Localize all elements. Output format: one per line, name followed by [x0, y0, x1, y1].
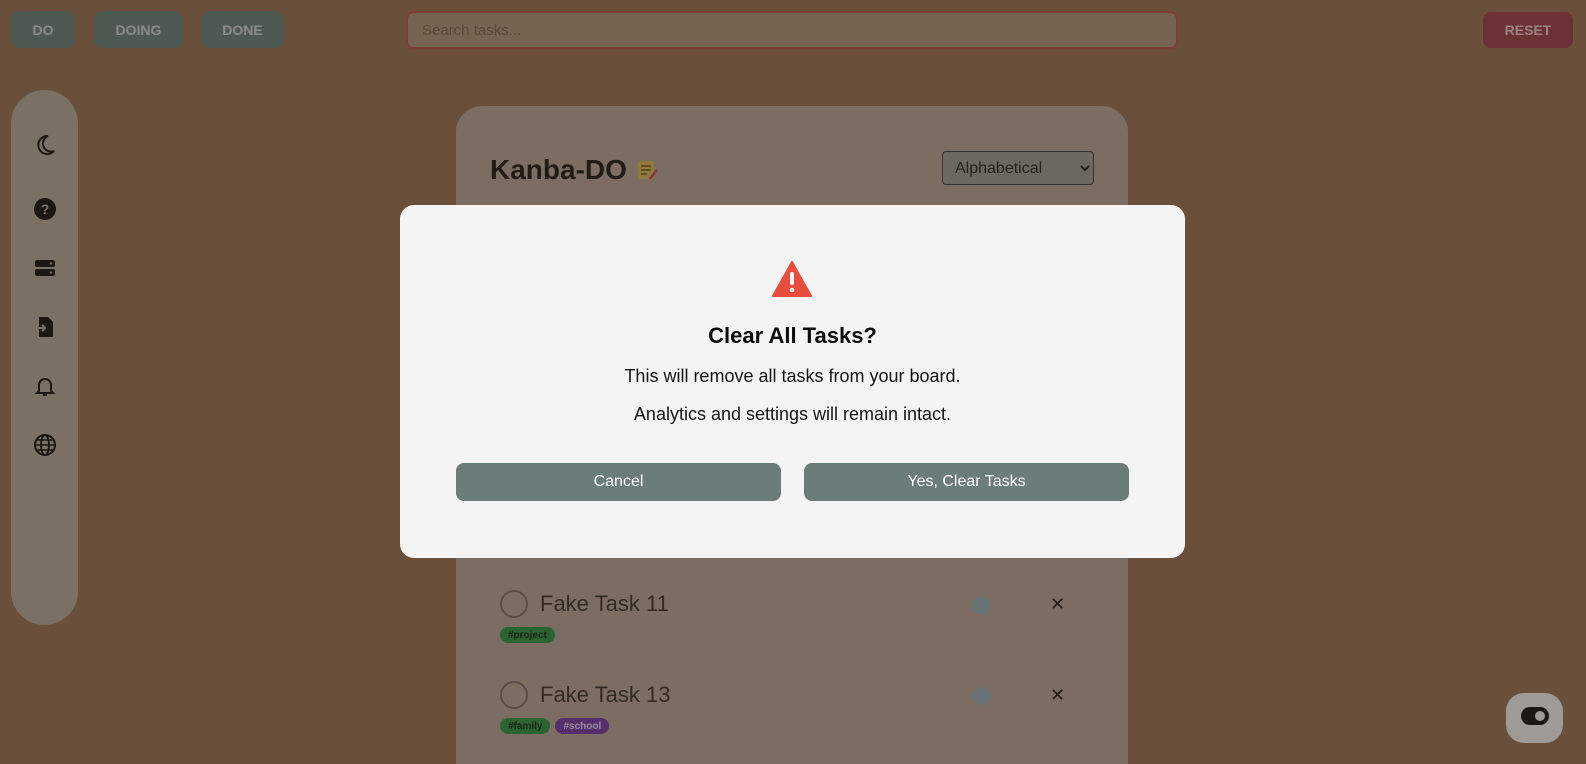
dialog-title: Clear All Tasks?	[708, 323, 877, 348]
app-page: DO DOING DONE RESET ? Kanba-DO Alphabeti…	[0, 0, 1586, 764]
confirm-clear-button[interactable]: Yes, Clear Tasks	[804, 463, 1129, 501]
confirm-dialog: Clear All Tasks? This will remove all ta…	[400, 205, 1185, 558]
dialog-message: This will remove all tasks from your boa…	[624, 366, 961, 386]
dialog-note: Analytics and settings will remain intac…	[633, 404, 952, 424]
cancel-button[interactable]: Cancel	[456, 463, 781, 501]
warning-icon	[772, 261, 812, 297]
